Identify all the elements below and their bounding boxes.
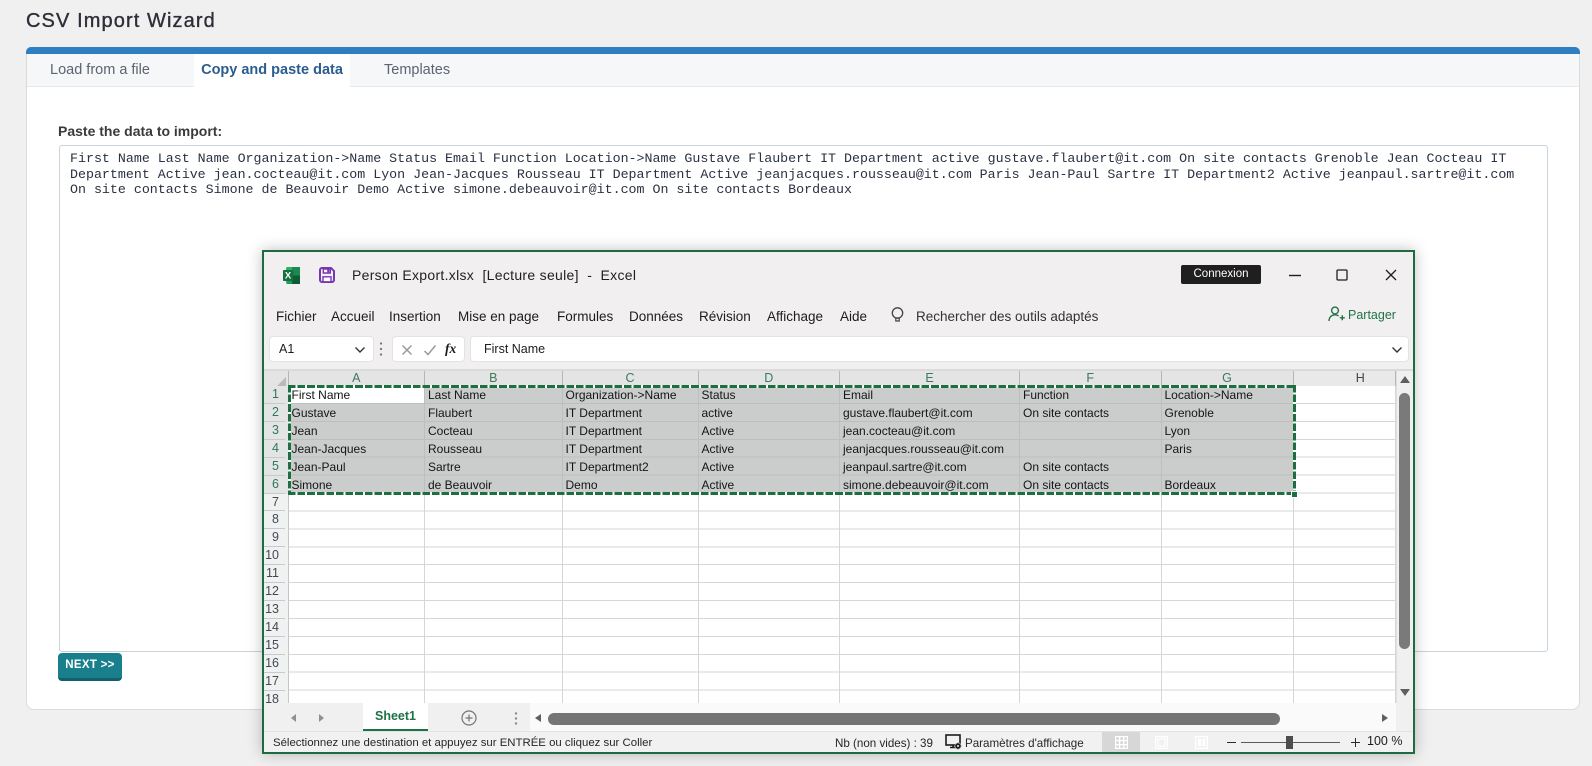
svg-text:X: X	[285, 271, 292, 282]
